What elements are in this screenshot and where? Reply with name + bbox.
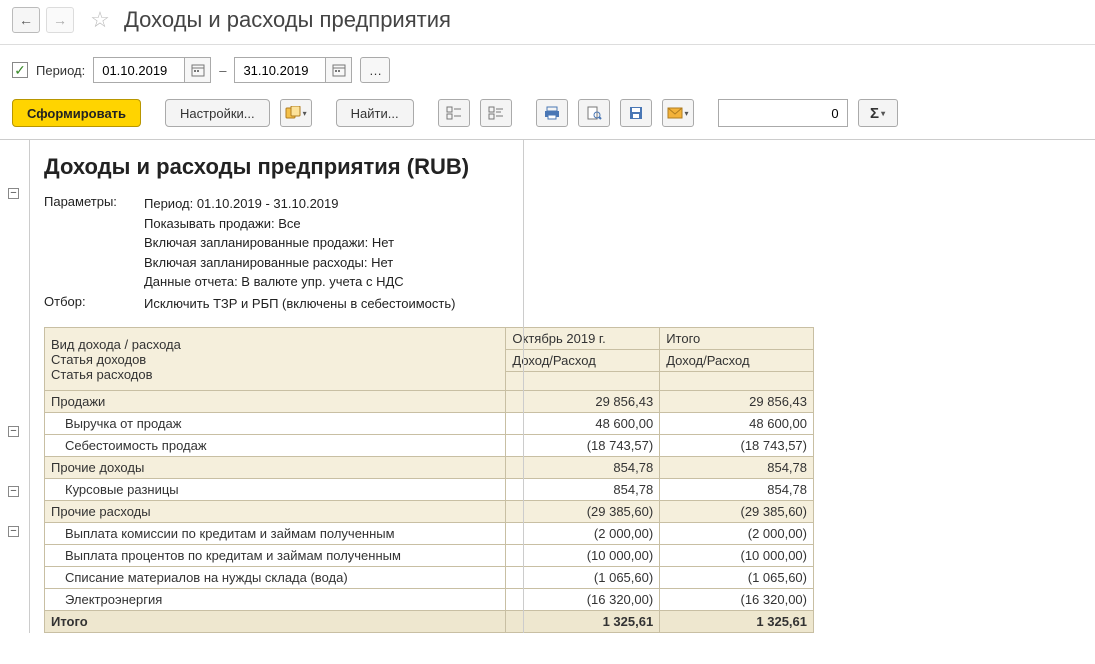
collapse-groups-button[interactable]: [480, 99, 512, 127]
row-total: (1 065,60): [660, 567, 814, 589]
row-name: Электроэнергия: [45, 589, 506, 611]
grand-total-total: 1 325,61: [660, 611, 814, 633]
period-picker-button[interactable]: …: [360, 57, 390, 83]
email-button[interactable]: ▾: [662, 99, 694, 127]
row-name: Выплата комиссии по кредитам и займам по…: [45, 523, 506, 545]
row-total: (2 000,00): [660, 523, 814, 545]
col-total-header: Итого: [660, 328, 814, 350]
outline-collapse-icon[interactable]: −: [8, 188, 19, 199]
row-name: Прочие доходы: [45, 457, 506, 479]
period-from-input[interactable]: [94, 58, 184, 82]
row-total: 854,78: [660, 479, 814, 501]
row-total: 854,78: [660, 457, 814, 479]
period-label: Период:: [36, 63, 85, 78]
sigma-button[interactable]: Σ▾: [858, 99, 898, 127]
params-text: Период: 01.10.2019 - 31.10.2019 Показыва…: [144, 194, 1081, 292]
outline-gutter: − − − −: [0, 140, 30, 633]
expand-groups-button[interactable]: [438, 99, 470, 127]
grand-total-label: Итого: [45, 611, 506, 633]
calendar-icon[interactable]: [325, 58, 351, 82]
row-name: Списание материалов на нужды склада (вод…: [45, 567, 506, 589]
row-total: (10 000,00): [660, 545, 814, 567]
row-name: Прочие расходы: [45, 501, 506, 523]
settings-button[interactable]: Настройки...: [165, 99, 270, 127]
favorite-star-icon[interactable]: ☆: [86, 6, 114, 34]
row-oct: 854,78: [506, 457, 660, 479]
row-oct: 854,78: [506, 479, 660, 501]
grand-total-oct: 1 325,61: [506, 611, 660, 633]
filter-text: Исключить ТЗР и РБП (включены в себестои…: [144, 294, 1081, 314]
back-button[interactable]: ←: [12, 7, 40, 33]
report-table: Вид дохода / расхода Статья доходов Стат…: [44, 327, 814, 633]
report-title: Доходы и расходы предприятия (RUB): [44, 154, 1081, 180]
period-checkbox[interactable]: ✓: [12, 62, 28, 78]
row-oct: (18 743,57): [506, 435, 660, 457]
row-name: Выплата процентов по кредитам и займам п…: [45, 545, 506, 567]
row-oct: (29 385,60): [506, 501, 660, 523]
generate-button[interactable]: Сформировать: [12, 99, 141, 127]
period-dash: –: [219, 63, 226, 78]
forward-button[interactable]: →: [46, 7, 74, 33]
row-oct: 48 600,00: [506, 413, 660, 435]
row-oct: (16 320,00): [506, 589, 660, 611]
save-button[interactable]: [620, 99, 652, 127]
outline-collapse-icon[interactable]: −: [8, 526, 19, 537]
outline-collapse-icon[interactable]: −: [8, 486, 19, 497]
row-total: 48 600,00: [660, 413, 814, 435]
params-label: Параметры:: [44, 194, 144, 292]
row-name: Себестоимость продаж: [45, 435, 506, 457]
row-name: Выручка от продаж: [45, 413, 506, 435]
subcol-header: Доход/Расход: [660, 350, 814, 372]
row-total: (18 743,57): [660, 435, 814, 457]
row-name: Продажи: [45, 391, 506, 413]
row-oct: (2 000,00): [506, 523, 660, 545]
row-total: 29 856,43: [660, 391, 814, 413]
page-title: Доходы и расходы предприятия: [124, 7, 451, 33]
period-to-field[interactable]: [234, 57, 352, 83]
row-name: Курсовые разницы: [45, 479, 506, 501]
print-button[interactable]: [536, 99, 568, 127]
find-button[interactable]: Найти...: [336, 99, 414, 127]
calendar-icon[interactable]: [184, 58, 210, 82]
sum-input[interactable]: [718, 99, 848, 127]
row-oct: 29 856,43: [506, 391, 660, 413]
period-from-field[interactable]: [93, 57, 211, 83]
filter-label: Отбор:: [44, 294, 144, 314]
col-period-header: Октябрь 2019 г.: [506, 328, 660, 350]
preview-button[interactable]: [578, 99, 610, 127]
period-to-input[interactable]: [235, 58, 325, 82]
subcol-header: Доход/Расход: [506, 350, 660, 372]
row-total: (29 385,60): [660, 501, 814, 523]
col-kind-header: Вид дохода / расхода Статья доходов Стат…: [45, 328, 506, 391]
outline-collapse-icon[interactable]: −: [8, 426, 19, 437]
variants-button[interactable]: ▾: [280, 99, 312, 127]
row-oct: (10 000,00): [506, 545, 660, 567]
row-oct: (1 065,60): [506, 567, 660, 589]
row-total: (16 320,00): [660, 589, 814, 611]
